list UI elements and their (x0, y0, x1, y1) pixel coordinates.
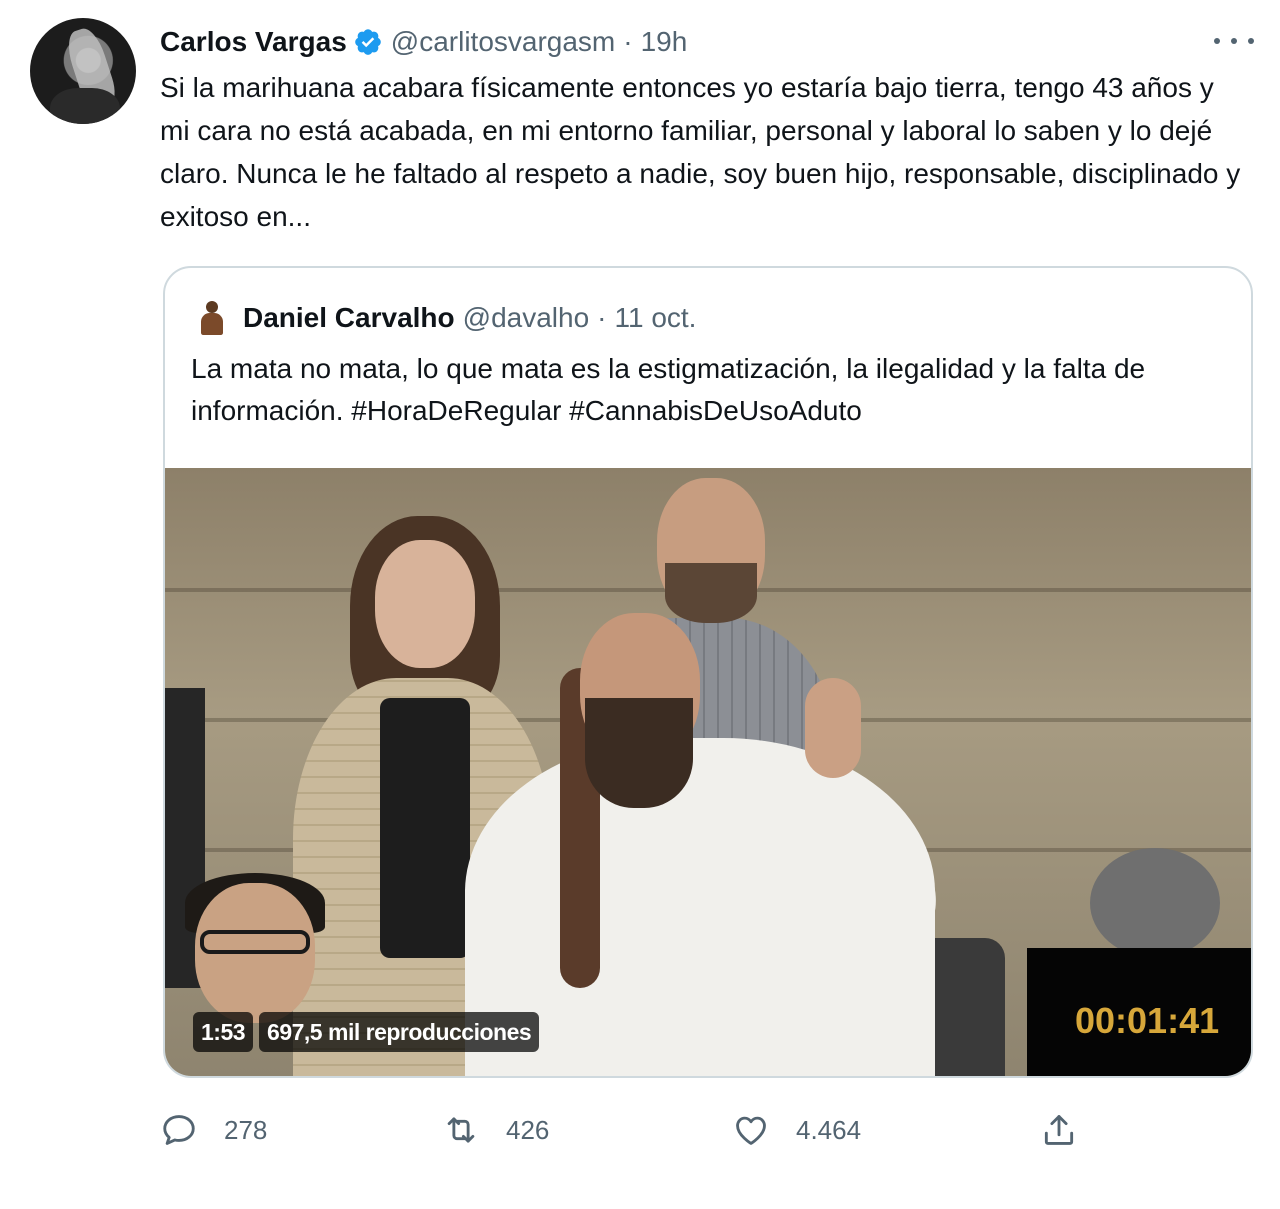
quoted-avatar-head (206, 301, 218, 313)
video-speaker-beard (585, 698, 693, 808)
tweet-header: Carlos Vargas @carlitosvargasm · 19h (160, 22, 687, 62)
reply-icon (163, 1115, 195, 1145)
video-man-right-hair (1090, 848, 1220, 958)
video-thumbs-up (805, 678, 861, 778)
video-man-back-beard (665, 563, 757, 623)
tweet-time[interactable]: 19h (641, 26, 688, 58)
verified-badge-icon (354, 29, 381, 55)
tweet-text: Si la marihuana acabara físicamente ento… (160, 72, 1241, 232)
video-woman-top (380, 698, 470, 958)
video-duration: 1:53 (193, 1012, 254, 1052)
reply-count: 278 (224, 1114, 268, 1145)
retweet-icon (447, 1117, 475, 1143)
video-views: 697,5 mil reproducciones (259, 1012, 540, 1052)
author-handle[interactable]: @carlitosvargasm (391, 26, 615, 58)
quoted-display-name[interactable]: Daniel Carvalho (243, 302, 455, 334)
reply-button[interactable]: 278 (160, 1108, 267, 1152)
quoted-header: Daniel Carvalho @davalho · 11 oct. (197, 298, 696, 338)
video-timer-overlay: 00:01:41 (1027, 948, 1251, 1076)
author-display-name[interactable]: Carlos Vargas (160, 26, 347, 58)
quoted-avatar[interactable] (197, 299, 227, 337)
quoted-avatar-torso (201, 313, 223, 335)
quoted-tweet[interactable]: Daniel Carvalho @davalho · 11 oct. La ma… (163, 266, 1253, 1078)
more-options-icon[interactable] (1214, 26, 1254, 56)
avatar-body (50, 88, 120, 124)
like-icon (736, 1116, 766, 1145)
header-separator: · (623, 26, 633, 57)
share-button[interactable] (1040, 1108, 1104, 1152)
video-timer-text: 00:01:41 (1075, 1000, 1220, 1041)
more-dot (1214, 38, 1220, 44)
quoted-handle[interactable]: @davalho (463, 302, 590, 334)
quoted-date[interactable]: 11 oct. (614, 302, 696, 334)
video-player[interactable]: 00:01:41 1:53 697,5 mil reproducciones (165, 468, 1251, 1076)
video-woman-face (375, 540, 475, 668)
retweet-button[interactable]: 426 (442, 1108, 549, 1152)
like-button[interactable]: 4.464 (732, 1108, 861, 1152)
like-count: 4.464 (796, 1114, 862, 1145)
more-dot (1231, 38, 1237, 44)
more-dot (1248, 38, 1254, 44)
video-badges: 1:53 697,5 mil reproducciones (193, 1012, 540, 1052)
quoted-separator: · (597, 302, 607, 333)
retweet-count: 426 (506, 1114, 550, 1145)
tweet[interactable]: Carlos Vargas @carlitosvargasm · 19h Si … (0, 0, 1280, 1209)
author-avatar[interactable] (30, 18, 136, 124)
video-seated-glasses (200, 930, 310, 954)
share-icon (1044, 1115, 1074, 1145)
quoted-text: La mata no mata, lo que mata es la estig… (191, 353, 1146, 426)
tweet-actions: 278 426 4.464 (160, 1108, 1120, 1152)
